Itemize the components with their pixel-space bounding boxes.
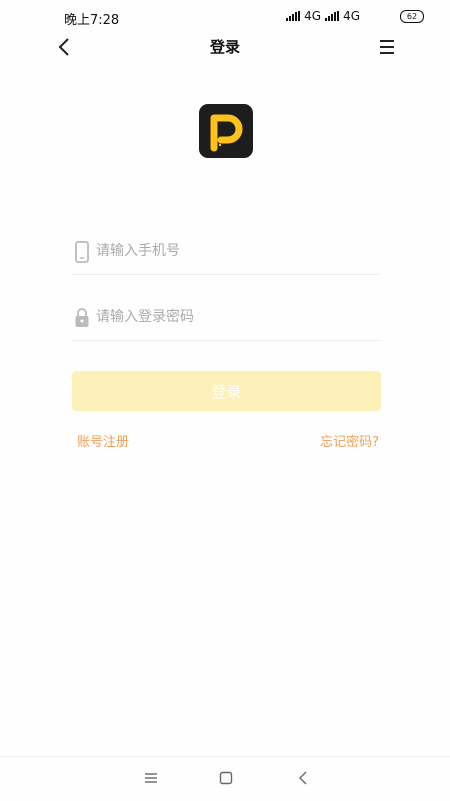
phone-input[interactable] [96,240,376,262]
menu-icon[interactable] [380,40,394,54]
signal-icon-2 [325,11,340,21]
phone-icon [74,241,90,263]
status-bar: 晚上7:28 4G 4G 62 [0,0,450,32]
lock-icon [74,307,90,329]
battery-icon: 62 [400,10,424,23]
password-input[interactable] [96,306,376,328]
app-logo [199,104,253,158]
register-link[interactable]: 账号注册 [77,431,129,450]
system-nav-bar [0,756,450,801]
login-button[interactable]: 登录 [72,371,381,411]
status-indicators: 4G 4G [286,9,360,23]
forgot-password-link[interactable]: 忘记密码? [320,431,379,450]
sys-back-icon[interactable] [295,769,313,787]
signal-icon [286,11,301,21]
status-time: 晚上7:28 [64,13,120,28]
network-label-1: 4G [304,9,322,23]
network-label-2: 4G [343,9,360,23]
nav-bar: 登录 [0,30,450,64]
sys-menu-icon[interactable] [142,769,160,787]
sys-home-icon[interactable] [217,769,235,787]
password-field [72,296,380,341]
phone-field [72,230,380,275]
